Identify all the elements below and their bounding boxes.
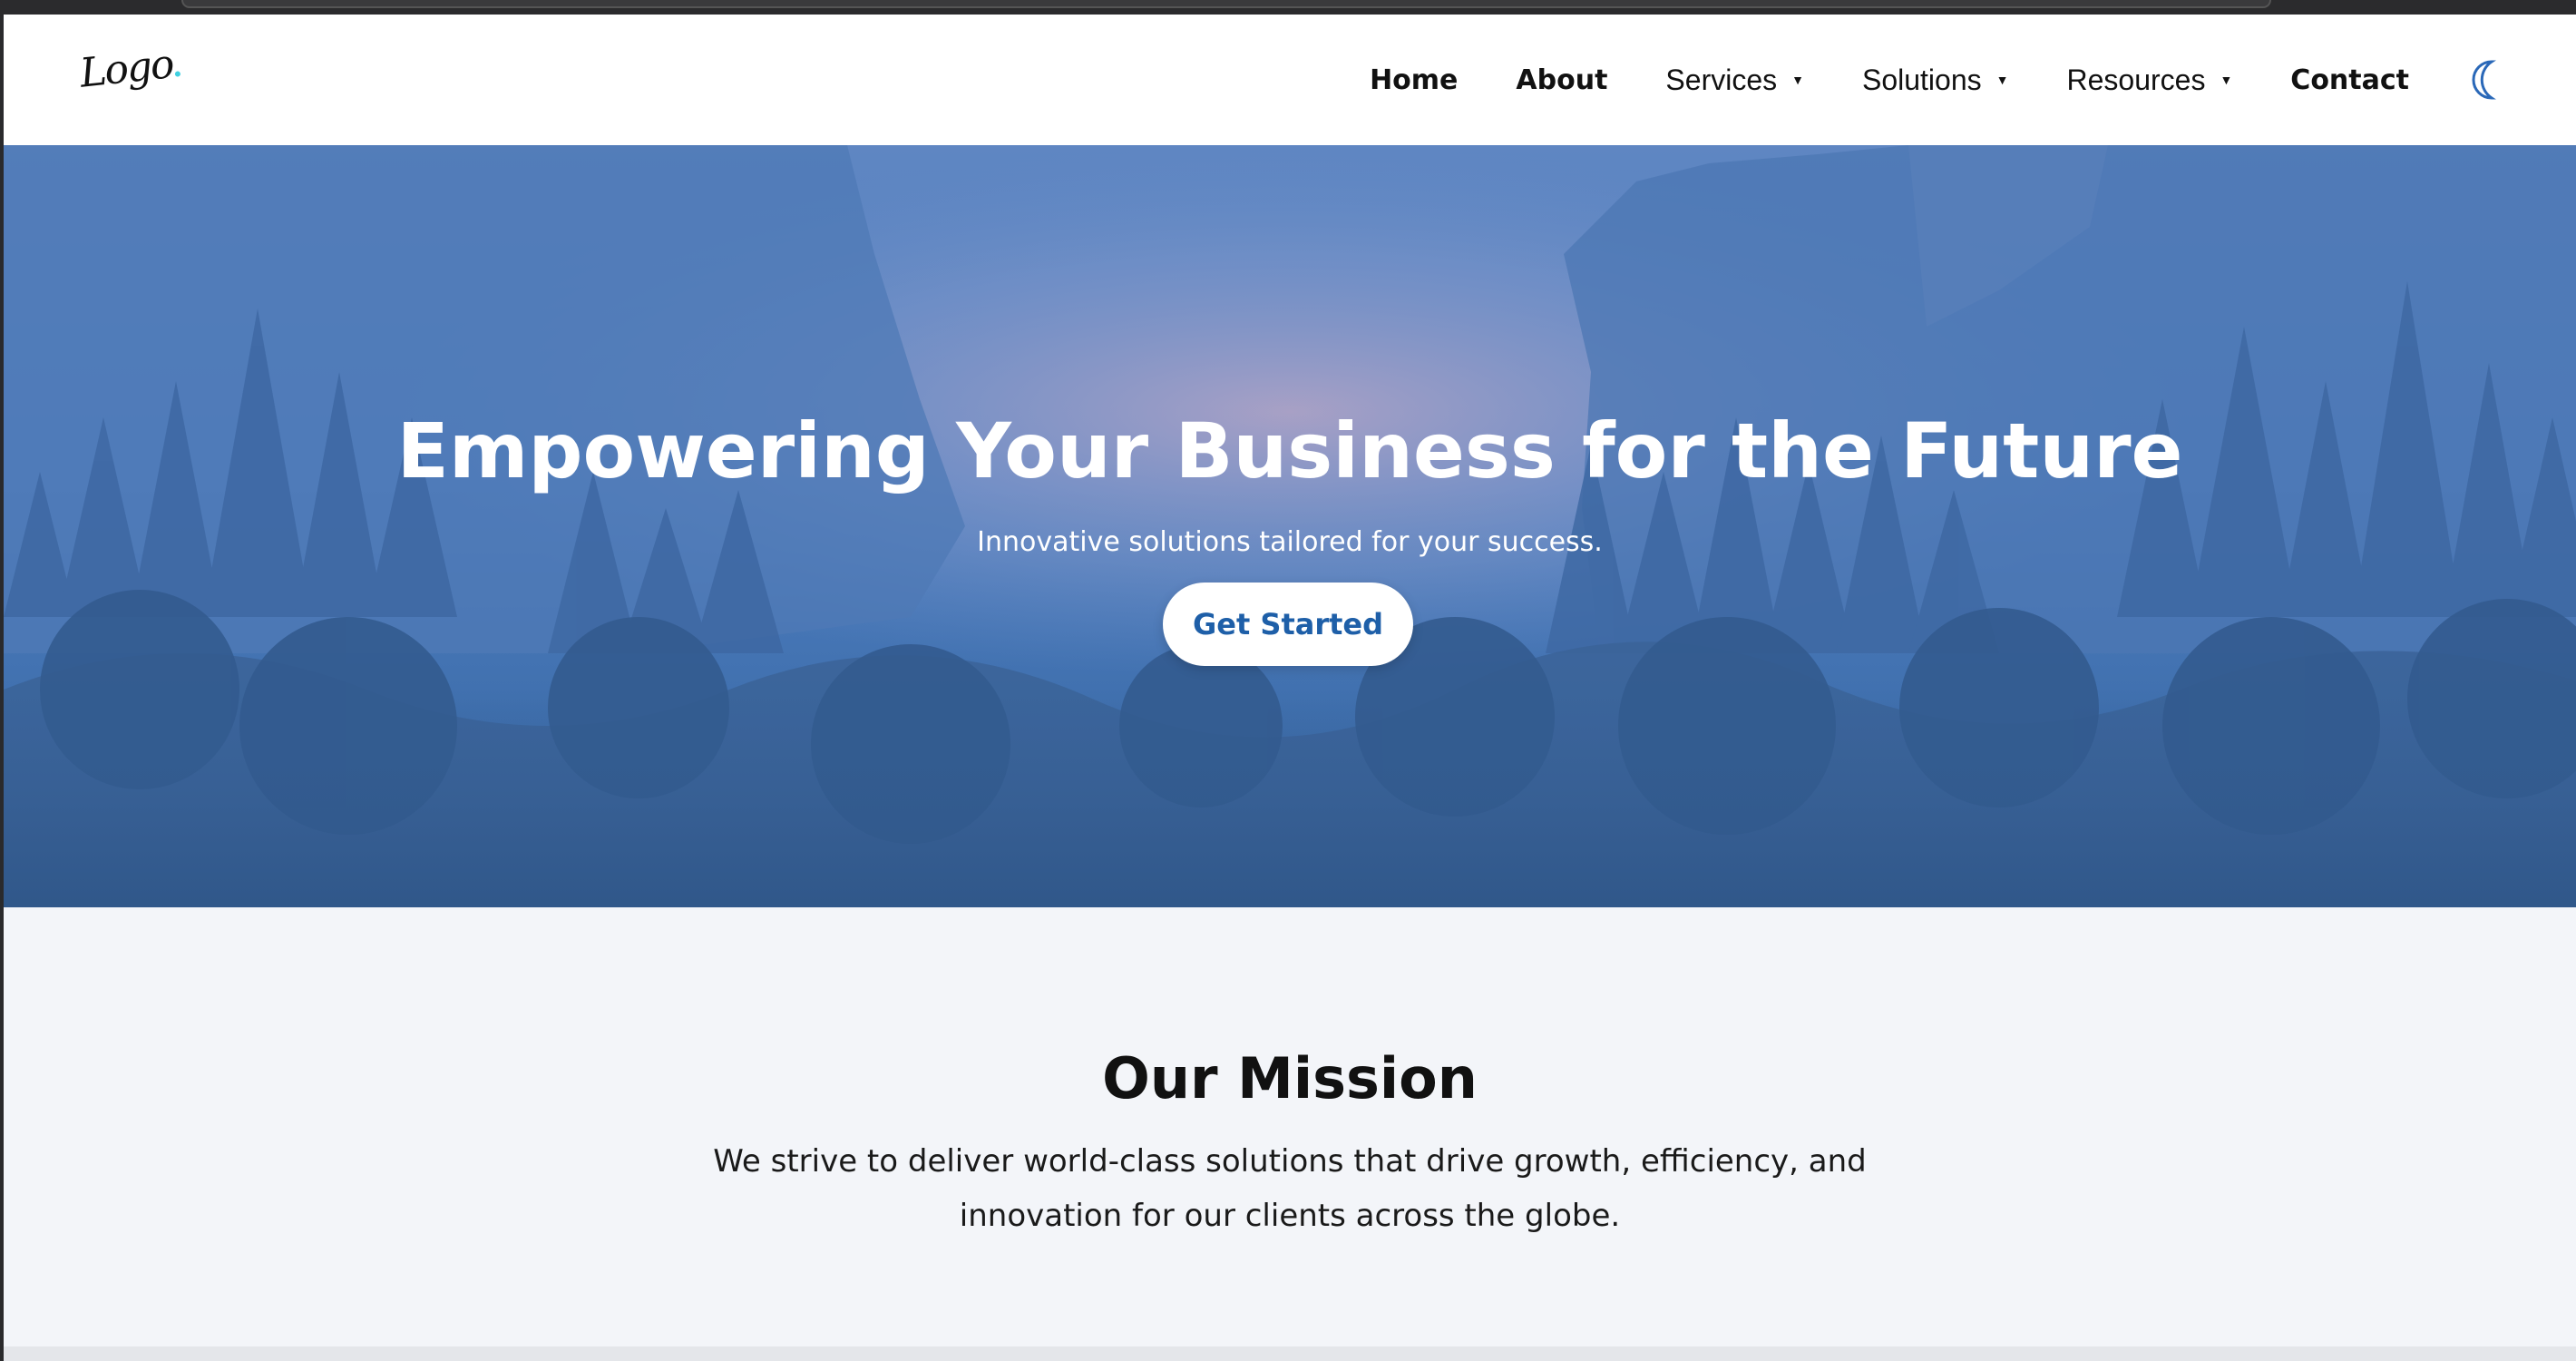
nav-contact-label: Contact (2290, 64, 2409, 96)
logo[interactable]: Logo (77, 40, 182, 97)
main-nav: Home About Services ▼ Solutions ▼ Resour… (1312, 15, 2576, 145)
nav-about[interactable]: About (1516, 64, 1607, 96)
caret-down-icon: ▼ (2220, 73, 2233, 87)
caret-down-icon: ▼ (1791, 73, 1804, 87)
mission-section: Our Mission We strive to deliver world-c… (4, 907, 2576, 1361)
logo-dot (174, 71, 181, 77)
nav-solutions-label: Solutions (1861, 63, 1982, 96)
logo-text: Logo (77, 41, 175, 97)
nav-solutions-dropdown[interactable]: Solutions ▼ (1862, 64, 2009, 97)
hero-section: Empowering Your Business for the Future … (4, 145, 2576, 907)
nav-about-label: About (1516, 64, 1608, 96)
caret-down-icon: ▼ (1995, 73, 2009, 87)
hero-content: Empowering Your Business for the Future … (4, 145, 2576, 907)
nav-resources-label: Resources (2066, 63, 2206, 96)
browser-chrome (0, 0, 2576, 15)
hero-subtitle: Innovative solutions tailored for your s… (977, 526, 1603, 558)
nav-services-label: Services (1665, 63, 1778, 96)
nav-contact[interactable]: Contact (2290, 64, 2409, 96)
moon-icon (2472, 60, 2496, 100)
nav-services-dropdown[interactable]: Services ▼ (1665, 64, 1804, 97)
mission-title: Our Mission (1102, 1045, 1478, 1111)
theme-toggle-button[interactable] (2467, 58, 2503, 102)
nav-resources-dropdown[interactable]: Resources ▼ (2066, 64, 2232, 97)
nav-home[interactable]: Home (1370, 64, 1458, 96)
nav-home-label: Home (1370, 64, 1459, 96)
page: Logo Home About Services ▼ Solutions ▼ R… (4, 15, 2576, 1361)
mission-text: We strive to deliver world-class solutio… (713, 1143, 1867, 1234)
browser-tab-strip (181, 0, 2271, 8)
hero-title: Empowering Your Business for the Future (396, 406, 2183, 495)
get-started-button[interactable]: Get Started (1163, 583, 1413, 666)
section-divider (4, 1346, 2576, 1361)
navbar: Logo Home About Services ▼ Solutions ▼ R… (4, 15, 2576, 145)
